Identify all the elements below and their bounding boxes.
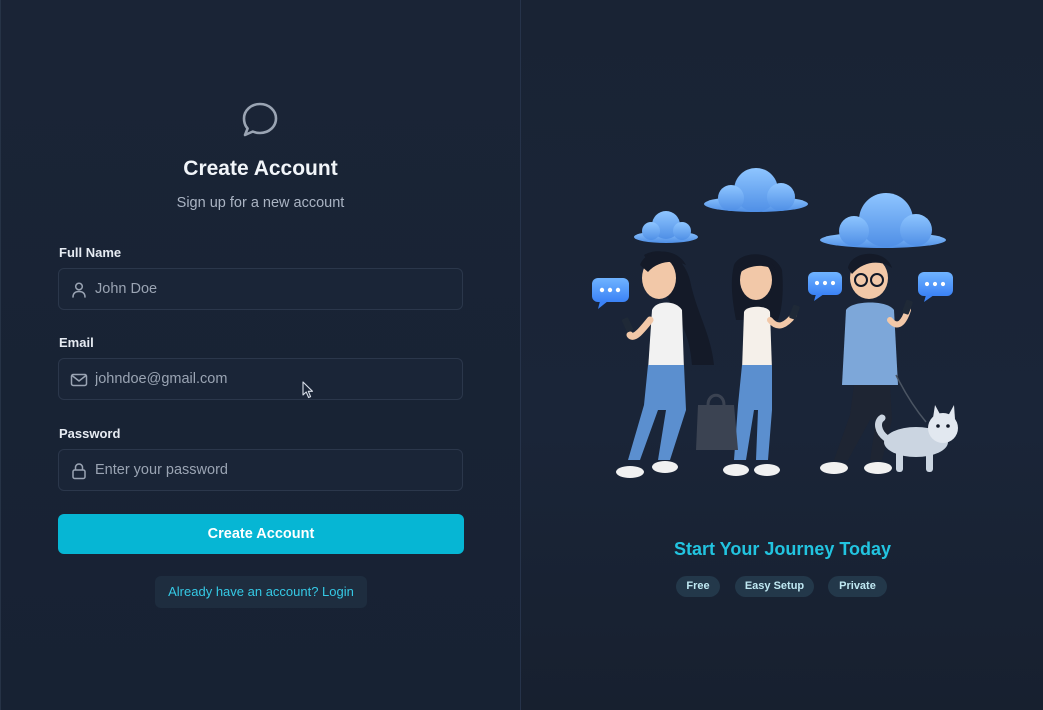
user-icon (72, 282, 86, 298)
email-label: Email (59, 335, 94, 350)
password-label: Password (59, 426, 121, 441)
promo-title: Start Your Journey Today (673, 539, 892, 559)
person-figure (696, 254, 800, 476)
password-input[interactable] (95, 450, 455, 490)
mail-icon (70, 373, 88, 387)
create-account-button[interactable]: Create Account (58, 514, 464, 554)
full-name-label: Full Name (59, 245, 122, 260)
cloud-icon (820, 193, 946, 248)
cloud-icon (634, 211, 698, 243)
mouse-cursor-icon (302, 381, 314, 399)
chat-bubble-icon (918, 272, 953, 302)
chat-bubble-icon (242, 102, 278, 137)
page-title: Create Account (183, 157, 338, 180)
login-link[interactable]: Already have an account? Login (155, 576, 367, 608)
full-name-field[interactable] (58, 268, 463, 310)
signup-panel: Create Account Sign up for a new account… (1, 0, 520, 710)
email-input[interactable] (95, 359, 455, 399)
full-name-input[interactable] (95, 269, 455, 309)
badge-private: Private (828, 576, 887, 597)
people-with-phones-illustration (592, 168, 958, 478)
email-field[interactable] (58, 358, 463, 400)
badge-easy-setup: Easy Setup (735, 576, 814, 597)
password-field[interactable] (58, 449, 463, 491)
page-subtitle: Sign up for a new account (176, 195, 345, 211)
chat-bubble-icon (808, 272, 842, 301)
chat-bubble-icon (592, 278, 629, 309)
signup-screen: Create Account Sign up for a new account… (0, 0, 1043, 710)
badge-free: Free (676, 576, 720, 597)
cloud-icon (704, 168, 808, 212)
lock-icon (72, 463, 86, 480)
